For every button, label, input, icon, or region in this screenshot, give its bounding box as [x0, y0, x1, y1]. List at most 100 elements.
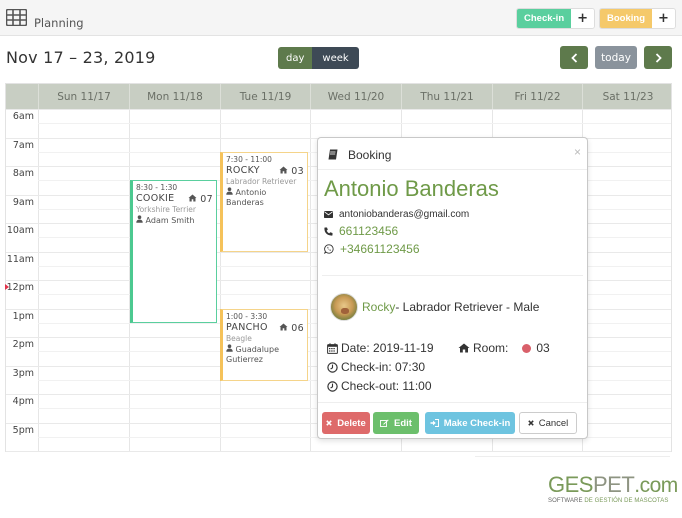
edit-button[interactable]: Edit: [373, 412, 419, 434]
delete-button[interactable]: Delete: [322, 412, 370, 434]
home-icon: [279, 323, 288, 331]
checkout-time-text: Check-out: 11:00: [341, 379, 432, 393]
divider: [318, 402, 587, 403]
event-owner: Adam Smith: [136, 215, 213, 226]
event-room: 03: [279, 166, 304, 177]
event-pet-name: COOKIE: [136, 193, 175, 204]
checkin-time-text: Check-in: 07:30: [341, 360, 426, 374]
user-icon: [226, 344, 233, 352]
cancel-button[interactable]: Cancel: [519, 412, 577, 434]
day-header[interactable]: Sat 11/23: [582, 84, 673, 109]
pet-name-link[interactable]: Rocky: [362, 300, 395, 314]
view-day-button[interactable]: day: [278, 47, 313, 69]
time-label: 9am: [12, 196, 34, 208]
client-email[interactable]: antoniobanderas@gmail.com: [339, 209, 469, 220]
event-owner-name: Adam Smith: [145, 216, 195, 225]
booking-button[interactable]: Booking: [600, 9, 652, 28]
event-pet-name: ROCKY: [226, 165, 260, 176]
checkin-button[interactable]: Check-in: [517, 9, 572, 28]
time-label: 8am: [12, 168, 34, 179]
event-time: 7:30 - 11:00: [226, 155, 272, 164]
client-whatsapp-row: +34661123456: [324, 242, 420, 256]
time-label: 4pm: [12, 396, 34, 407]
home-icon: [458, 343, 470, 353]
sign-in-icon: [430, 419, 439, 427]
client-whatsapp[interactable]: +34661123456: [340, 242, 420, 256]
event-pancho[interactable]: 1:00 - 3:30 PANCHO 06 Beagle Guadalupe G…: [220, 309, 308, 381]
event-rocky[interactable]: 7:30 - 11:00 ROCKY 03 Labrador Retriever…: [220, 152, 308, 252]
table-grid-icon: [6, 9, 27, 26]
client-name[interactable]: Antonio Banderas: [324, 176, 499, 202]
client-phone-row: 661123456: [324, 224, 398, 238]
close-icon: [527, 420, 534, 426]
time-label: 5pm: [12, 424, 34, 436]
event-cookie[interactable]: 8:30 - 1:30 COOKIE 07 Yorkshire Terrier …: [130, 180, 217, 323]
make-checkin-button[interactable]: Make Check-in: [425, 412, 515, 434]
hour-line: [6, 451, 671, 452]
calendar-header: Sun 11/17 Mon 11/18 Tue 11/19 Wed 11/20 …: [6, 84, 671, 109]
logo-tagline: SOFTWARE DE GESTIÓN DE MASCOTAS: [548, 498, 678, 504]
book-icon: [328, 149, 338, 160]
time-label: 3pm: [12, 367, 34, 379]
edit-icon: [380, 419, 389, 427]
half-hour-line: [38, 123, 671, 125]
booking-checkin-time: Check-in: 07:30: [327, 360, 425, 374]
page-title: Planning: [34, 16, 84, 30]
close-icon: [326, 420, 332, 426]
logo-ges: GES: [548, 472, 593, 497]
today-button[interactable]: today: [595, 46, 637, 69]
prev-week-button[interactable]: [560, 46, 588, 69]
day-header[interactable]: Tue 11/19: [220, 84, 310, 109]
cancel-button-label: Cancel: [538, 417, 569, 429]
event-room-number: 07: [200, 194, 213, 205]
event-room: 06: [279, 323, 304, 334]
booking-popup: Booking × Antonio Banderas antoniobander…: [317, 137, 588, 439]
delete-button-label: Delete: [337, 417, 366, 429]
popup-title: Booking: [348, 148, 392, 162]
pet-avatar: [330, 293, 358, 321]
view-week-button[interactable]: week: [312, 47, 359, 69]
day-header[interactable]: Mon 11/18: [129, 84, 220, 109]
envelope-icon: [324, 211, 333, 218]
pet-details: - Labrador Retriever - Male: [395, 300, 540, 314]
event-pet-name: PANCHO: [226, 322, 268, 333]
time-label: 12pm: [6, 282, 34, 293]
day-header[interactable]: Wed 11/20: [310, 84, 401, 109]
close-icon[interactable]: ×: [574, 145, 581, 159]
day-header[interactable]: Sun 11/17: [38, 84, 129, 109]
current-time-marker: [5, 284, 9, 290]
room-color-dot: [522, 343, 532, 353]
checkin-button-group: Check-in +: [516, 8, 596, 29]
whatsapp-icon: [324, 244, 334, 254]
make-checkin-button-label: Make Check-in: [443, 417, 511, 429]
add-checkin-button[interactable]: +: [571, 9, 595, 28]
booking-checkout-time: Check-out: 11:00: [327, 379, 432, 393]
hour-line: [6, 109, 671, 110]
event-time: 8:30 - 1:30: [136, 183, 178, 192]
edit-button-label: Edit: [394, 417, 412, 429]
booking-date-text: Date: 2019-11-19: [341, 341, 434, 355]
time-label: 7am: [12, 139, 34, 151]
event-owner-name: Guadalupe Gutierrez: [226, 345, 279, 364]
user-icon: [226, 187, 233, 195]
gespet-logo: GESPET.com SOFTWARE DE GESTIÓN DE MASCOT…: [548, 472, 678, 505]
top-bar: Planning Check-in + Booking +: [0, 0, 682, 36]
divider: [322, 275, 583, 276]
day-header[interactable]: Thu 11/21: [401, 84, 492, 109]
logo-pet: PET: [592, 472, 635, 497]
time-label: 2pm: [12, 339, 34, 350]
next-week-button[interactable]: [644, 46, 672, 69]
booking-button-group: Booking +: [599, 8, 676, 29]
booking-date: Date: 2019-11-19: [327, 341, 434, 355]
event-breed: Yorkshire Terrier: [136, 205, 196, 214]
day-header[interactable]: Fri 11/22: [492, 84, 582, 109]
logo-com: .com: [634, 474, 678, 497]
event-time: 1:00 - 3:30: [226, 312, 268, 321]
client-phone[interactable]: 661123456: [339, 224, 398, 238]
chevron-left-icon: [570, 52, 577, 63]
time-label: 10am: [6, 225, 34, 236]
popup-header: Booking ×: [318, 138, 587, 170]
add-booking-button[interactable]: +: [652, 9, 675, 28]
event-title-row: COOKIE 07: [136, 194, 213, 205]
room-label: Room:: [473, 341, 509, 355]
